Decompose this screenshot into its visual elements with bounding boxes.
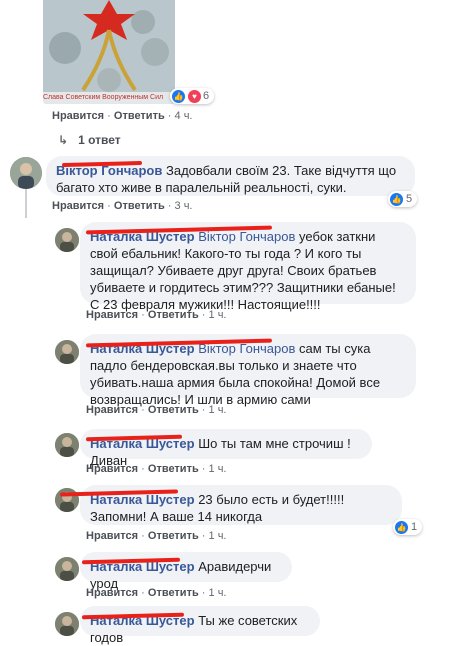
comment-bubble: Наталка Шустер Ты же советских годов — [80, 606, 320, 645]
comment-bubble: Наталка Шустер Віктор Гончаров уебок зат… — [80, 222, 416, 312]
thread-line — [25, 188, 27, 218]
comment-text: бендеровская.вы только и знаете что убив… — [90, 358, 381, 407]
timestamp[interactable]: 1 ч. — [209, 530, 227, 542]
like-link[interactable]: Нравится — [86, 404, 138, 416]
like-reaction-icon: 👍 — [172, 89, 185, 103]
like-link[interactable]: Нравится — [52, 110, 104, 122]
person-avatar-icon — [55, 228, 79, 252]
reply-link[interactable]: Ответить — [148, 587, 199, 599]
timestamp[interactable]: 1 ч. — [209, 463, 227, 475]
like-link[interactable]: Нравится — [86, 463, 138, 475]
reply-arrow-icon: ↳ — [58, 133, 69, 147]
comment-actions: Нравится · Ответить · 1 ч. — [86, 309, 227, 321]
like-reaction-icon: 👍 — [390, 192, 403, 206]
comment-reactions-count: 5 — [406, 193, 413, 205]
person-avatar-icon — [55, 557, 79, 581]
like-reaction-icon: 👍 — [395, 520, 408, 534]
timestamp[interactable]: 1 ч. — [209, 309, 227, 321]
love-reaction-icon: ♥ — [188, 89, 201, 103]
avatar[interactable] — [55, 612, 79, 636]
avatar[interactable] — [10, 157, 42, 189]
soviet-poster-illustration — [43, 0, 175, 104]
comment-reactions[interactable]: 👍 1 — [393, 519, 423, 535]
reply-link[interactable]: Ответить — [148, 309, 199, 321]
avatar[interactable] — [55, 557, 79, 581]
like-link[interactable]: Нравится — [86, 309, 138, 321]
timestamp[interactable]: 3 ч. — [175, 200, 193, 212]
timestamp[interactable]: 1 ч. — [209, 404, 227, 416]
like-link[interactable]: Нравится — [86, 530, 138, 542]
comment-bubble: Наталка Шустер Аравидерчи урод — [80, 552, 292, 591]
post-image-caption: Слава Советским Вооруженным Сил — [43, 94, 164, 101]
reply-link[interactable]: Ответить — [148, 463, 199, 475]
person-avatar-icon — [55, 433, 79, 457]
replies-toggle[interactable]: ↳ 1 ответ — [58, 133, 121, 147]
comment-actions: Нравится · Ответить · 1 ч. — [86, 530, 227, 542]
reply-link[interactable]: Ответить — [114, 110, 165, 122]
avatar[interactable] — [55, 228, 79, 252]
reply-link[interactable]: Ответить — [148, 404, 199, 416]
comment-reactions-count: 1 — [411, 521, 418, 533]
comment-actions: Нравится · Ответить · 1 ч. — [86, 587, 227, 599]
timestamp[interactable]: 4 ч. — [175, 110, 193, 122]
person-avatar-icon — [55, 612, 79, 636]
comment-text: ебальник! Какого-то ты года ? И кого ты … — [90, 246, 396, 312]
comment-bubble: Наталка Шустер Шо ты там мне строчиш ! Д… — [80, 429, 372, 468]
comment-reactions[interactable]: 👍 5 — [388, 191, 418, 207]
top-comment-actions: Нравится · Ответить · 4 ч. — [52, 110, 193, 122]
replies-toggle-label: 1 ответ — [78, 133, 121, 147]
comment-actions: Нравится · Ответить · 1 ч. — [86, 463, 227, 475]
avatar[interactable] — [55, 433, 79, 457]
post-image[interactable]: Слава Советским Вооруженным Сил — [43, 0, 175, 104]
top-reactions[interactable]: 👍 ♥ 6 — [170, 88, 215, 104]
reply-link[interactable]: Ответить — [114, 200, 165, 212]
reply-link[interactable]: Ответить — [148, 530, 199, 542]
comment-actions: Нравится · Ответить · 1 ч. — [86, 404, 227, 416]
top-reactions-count: 6 — [203, 90, 210, 102]
like-link[interactable]: Нравится — [86, 587, 138, 599]
avatar[interactable] — [55, 340, 79, 364]
timestamp[interactable]: 1 ч. — [209, 587, 227, 599]
like-link[interactable]: Нравится — [52, 200, 104, 212]
person-avatar-icon — [10, 157, 42, 189]
person-avatar-icon — [55, 340, 79, 364]
comment-actions: Нравится · Ответить · 3 ч. — [52, 200, 193, 212]
comment-mention[interactable]: Віктор Гончаров — [198, 229, 295, 244]
